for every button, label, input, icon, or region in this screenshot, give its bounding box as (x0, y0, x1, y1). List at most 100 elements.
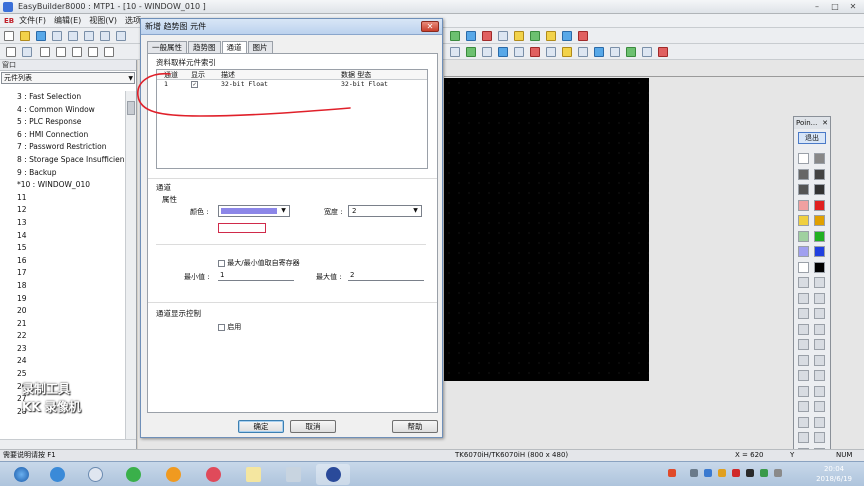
palette-tool-icon[interactable] (798, 215, 809, 226)
menu-edit[interactable]: 编辑(E) (54, 15, 81, 26)
arc-icon[interactable] (72, 47, 82, 57)
alarm-icon[interactable] (578, 31, 588, 41)
tab-trend[interactable]: 趋势图 (188, 41, 221, 53)
minmax-checkbox[interactable] (218, 259, 225, 267)
tool-icon-8[interactable] (562, 47, 572, 57)
tool-icon-5[interactable] (514, 47, 524, 57)
palette-tool-icon[interactable] (814, 246, 825, 257)
window-list-item[interactable]: 11 (0, 192, 124, 205)
window-list-item[interactable]: 25 (0, 368, 124, 381)
tool-icon-9[interactable] (578, 47, 588, 57)
palette-tool-icon[interactable] (798, 199, 809, 211)
window-list-item[interactable]: 7 : Password Restriction (0, 141, 124, 154)
table-row[interactable]: 1 ✓ 32-bit Float 32-bit Float (157, 80, 427, 90)
taskbar-app-2[interactable] (78, 464, 112, 485)
palette-tool-icon[interactable] (798, 277, 809, 288)
window-list-item[interactable]: 9 : Backup (0, 167, 124, 180)
clock[interactable]: 20:04 2018/6/19 (816, 464, 852, 484)
palette-tool-icon[interactable] (814, 308, 825, 319)
palette-tool-icon[interactable] (798, 370, 809, 381)
tool-icon-13[interactable] (642, 47, 652, 57)
window-list-item[interactable]: 24 (0, 355, 124, 368)
table-icon[interactable] (498, 31, 508, 41)
picture-icon[interactable] (546, 31, 556, 41)
palette-tool-icon[interactable] (798, 246, 809, 257)
enable-checkbox[interactable] (218, 323, 225, 331)
speaker-icon[interactable] (774, 469, 782, 477)
close-icon[interactable]: ✕ (822, 117, 828, 129)
chevron-down-icon[interactable]: ▼ (411, 207, 420, 215)
rectangle-icon[interactable] (104, 47, 114, 57)
tray-icon[interactable] (718, 469, 726, 477)
channel-list[interactable]: 通道 显示 描述 数据 型态 1 ✓ 32-bit Float 32-bit F… (156, 69, 428, 169)
taskbar-app-4[interactable] (156, 464, 190, 485)
pointer-icon[interactable] (6, 47, 16, 57)
palette-tool-icon[interactable] (798, 292, 809, 304)
chart-icon[interactable] (514, 31, 524, 41)
window-list-item[interactable]: 6 : HMI Connection (0, 129, 124, 142)
taskbar-app-7[interactable] (276, 464, 310, 485)
new-icon[interactable] (4, 31, 14, 41)
palette-tool-icon[interactable] (814, 153, 825, 164)
help-button[interactable]: 帮助 (392, 420, 438, 433)
palette-tool-icon[interactable] (798, 230, 809, 242)
window-list-item[interactable]: 22 (0, 330, 124, 343)
taskbar-app-6[interactable] (236, 464, 270, 485)
object-list-combo[interactable]: 元件列表 ▼ (1, 72, 135, 84)
window-list-item[interactable]: 17 (0, 267, 124, 280)
tray-icon[interactable] (746, 469, 754, 477)
cancel-button[interactable]: 取消 (290, 420, 336, 433)
start-button[interactable] (4, 464, 38, 485)
tray-icon[interactable] (732, 469, 740, 477)
close-button[interactable]: ✕ (421, 21, 439, 32)
window-list-item[interactable]: 19 (0, 293, 124, 306)
undo-icon[interactable] (100, 31, 110, 41)
tray-icon[interactable] (704, 469, 712, 477)
palette-tool-icon[interactable] (798, 308, 809, 319)
palette-tool-icon[interactable] (798, 261, 809, 273)
palette-tool-icon[interactable] (798, 416, 809, 428)
tool-icon-10[interactable] (594, 47, 604, 57)
tool-icon-1[interactable] (450, 47, 460, 57)
save-icon[interactable] (36, 31, 46, 41)
text-icon[interactable] (562, 31, 572, 41)
window-list-item[interactable]: 18 (0, 280, 124, 293)
tool-icon-2[interactable] (466, 47, 476, 57)
palette-tool-icon[interactable] (798, 153, 809, 164)
palette-tool-icon[interactable] (798, 339, 809, 350)
palette-tool-icon[interactable] (814, 230, 825, 242)
window-list-item[interactable]: 4 : Common Window (0, 104, 124, 117)
close-icon[interactable]: ✕ (848, 2, 858, 12)
exit-button[interactable]: 退出 (798, 132, 826, 144)
window-list-item[interactable]: 21 (0, 318, 124, 331)
tab-general[interactable]: 一般属性 (147, 41, 187, 53)
window-list-item[interactable]: 12 (0, 204, 124, 217)
palette-tool-icon[interactable] (798, 184, 809, 195)
window-list-item[interactable]: 8 : Storage Space Insufficien (0, 154, 124, 167)
copy-icon[interactable] (68, 31, 78, 41)
open-icon[interactable] (20, 31, 30, 41)
width-select[interactable]: 2 ▼ (348, 205, 422, 217)
window-list-item[interactable]: *10 : WINDOW_010 (0, 179, 124, 192)
minimize-button[interactable]: – (812, 2, 822, 12)
tool-icon-3[interactable] (482, 47, 492, 57)
window-list-item[interactable]: 3 : Fast Selection (0, 91, 124, 104)
palette-tool-icon[interactable] (814, 184, 825, 195)
palette-tool-icon[interactable] (814, 261, 825, 273)
trend-icon[interactable] (530, 31, 540, 41)
taskbar-app-5[interactable] (196, 464, 230, 485)
palette-tool-icon[interactable] (814, 432, 825, 443)
paste-icon[interactable] (84, 31, 94, 41)
window-list-item[interactable]: 23 (0, 343, 124, 356)
bit-lamp-icon[interactable] (482, 31, 492, 41)
tool-icon-6[interactable] (530, 47, 540, 57)
tool-icon-4[interactable] (498, 47, 508, 57)
menu-view[interactable]: 视图(V) (89, 15, 117, 26)
cut-icon[interactable] (52, 31, 62, 41)
max-input[interactable]: 2 (348, 270, 424, 281)
palette-tool-icon[interactable] (798, 385, 809, 397)
show-checkbox[interactable]: ✓ (191, 80, 198, 88)
ok-button[interactable]: 确定 (238, 420, 284, 433)
taskbar-app-ie[interactable] (40, 464, 74, 485)
window-list-item[interactable]: 15 (0, 242, 124, 255)
